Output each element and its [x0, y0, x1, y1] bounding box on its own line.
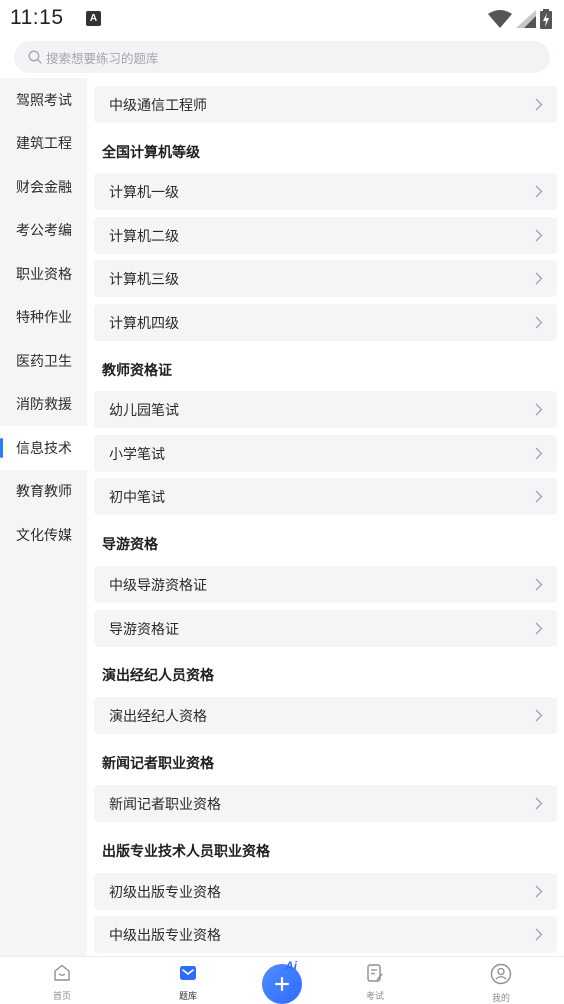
chevron-right-icon — [535, 185, 543, 198]
ai-badge-icon: Ai — [284, 959, 298, 972]
sidebar-item-medical[interactable]: 医药卫生 — [0, 339, 87, 383]
list-item[interactable]: 小学笔试 — [94, 435, 557, 472]
list-item-label: 初中笔试 — [109, 489, 165, 506]
nav-home-label: 首页 — [52, 992, 71, 1002]
list-item-label: 计算机一级 — [109, 184, 179, 201]
list-item[interactable]: 中级导游资格证 — [94, 566, 557, 603]
section-title: 新闻记者职业资格 — [102, 756, 214, 772]
notification-a-icon: A — [86, 11, 101, 26]
nav-home[interactable]: 首页 — [32, 963, 92, 1002]
list-item-label: 初级出版专业资格 — [109, 884, 221, 901]
chevron-right-icon — [535, 578, 543, 591]
ai-badge-text: Ai — [284, 959, 298, 972]
list-item-label: 演出经纪人资格 — [109, 708, 207, 725]
list-item[interactable]: 计算机一级 — [94, 173, 557, 210]
list-item[interactable]: 中级出版专业资格 — [94, 916, 557, 953]
chevron-right-icon — [535, 316, 543, 329]
list-item[interactable]: 计算机二级 — [94, 217, 557, 254]
category-sidebar: 驾照考试 建筑工程 财会金融 考公考编 职业资格 特种作业 医药卫生 消防救援 … — [0, 78, 87, 956]
status-icons — [488, 8, 552, 30]
list-item-label: 中级导游资格证 — [109, 577, 207, 594]
question-bank-list: 中级通信工程师 全国计算机等级 计算机一级 计算机二级 计算机三级 计算机四级 … — [87, 78, 564, 956]
nav-question-bank[interactable]: 题库 — [158, 963, 218, 1002]
section-title: 教师资格证 — [102, 363, 172, 379]
chevron-right-icon — [535, 447, 543, 460]
chevron-right-icon — [535, 229, 543, 242]
nav-exam[interactable]: 考试 — [345, 963, 405, 1002]
battery-charging-icon — [540, 9, 552, 29]
chevron-right-icon — [535, 885, 543, 898]
sidebar-item-civil-service[interactable]: 考公考编 — [0, 209, 87, 253]
list-item[interactable]: 初级出版专业资格 — [94, 873, 557, 910]
list-item[interactable]: 计算机四级 — [94, 304, 557, 341]
profile-icon — [490, 963, 512, 985]
list-item-label: 中级通信工程师 — [109, 97, 207, 114]
chevron-right-icon — [535, 928, 543, 941]
list-item[interactable]: 中级通信工程师 — [94, 86, 557, 123]
sidebar-item-construction[interactable]: 建筑工程 — [0, 122, 87, 166]
chevron-right-icon — [535, 797, 543, 810]
list-item-label: 中级出版专业资格 — [109, 927, 221, 944]
sidebar-item-fire-rescue[interactable]: 消防救援 — [0, 383, 87, 427]
list-item[interactable]: 新闻记者职业资格 — [94, 785, 557, 822]
list-item[interactable]: 导游资格证 — [94, 610, 557, 647]
wifi-icon — [488, 10, 512, 28]
list-item[interactable]: 初中笔试 — [94, 478, 557, 515]
nav-question-bank-label: 题库 — [178, 992, 197, 1002]
chevron-right-icon — [535, 403, 543, 416]
chevron-right-icon — [535, 709, 543, 722]
nav-mine-label: 我的 — [491, 994, 510, 1004]
sidebar-item-it[interactable]: 信息技术 — [0, 426, 87, 470]
exam-icon — [367, 964, 383, 982]
list-item-label: 幼儿园笔试 — [109, 402, 179, 419]
search-bar[interactable]: 搜索想要练习的题库 — [14, 41, 550, 73]
chevron-right-icon — [535, 272, 543, 285]
list-item-label: 导游资格证 — [109, 621, 179, 638]
chevron-right-icon — [535, 490, 543, 503]
list-item-label: 计算机二级 — [109, 228, 179, 245]
sidebar-item-professional[interactable]: 职业资格 — [0, 252, 87, 296]
home-icon — [54, 964, 70, 981]
plus-icon — [274, 976, 290, 992]
section-title: 出版专业技术人员职业资格 — [102, 844, 270, 860]
list-item[interactable]: 计算机三级 — [94, 260, 557, 297]
nav-mine[interactable]: 我的 — [471, 963, 531, 1004]
list-item-label: 新闻记者职业资格 — [109, 796, 221, 813]
chevron-right-icon — [535, 98, 543, 111]
question-bank-icon — [180, 966, 196, 980]
signal-icon — [516, 10, 536, 28]
section-title: 导游资格 — [102, 537, 158, 553]
status-time: 11:15 — [10, 6, 64, 29]
nav-exam-label: 考试 — [365, 992, 384, 1002]
list-item-label: 计算机四级 — [109, 315, 179, 332]
chevron-right-icon — [535, 622, 543, 635]
list-item[interactable]: 演出经纪人资格 — [94, 697, 557, 734]
list-item-label: 计算机三级 — [109, 271, 179, 288]
list-item-label: 小学笔试 — [109, 446, 165, 463]
section-title: 演出经纪人员资格 — [102, 668, 214, 684]
sidebar-item-special-work[interactable]: 特种作业 — [0, 296, 87, 340]
sidebar-item-education[interactable]: 教育教师 — [0, 470, 87, 514]
search-input[interactable]: 搜索想要练习的题库 — [46, 48, 159, 67]
status-bar: 11:15 A — [0, 0, 564, 38]
list-item[interactable]: 幼儿园笔试 — [94, 391, 557, 428]
sidebar-item-media[interactable]: 文化传媒 — [0, 513, 87, 557]
search-icon — [28, 50, 42, 64]
section-title: 全国计算机等级 — [102, 145, 200, 161]
sidebar-item-finance[interactable]: 财会金融 — [0, 165, 87, 209]
sidebar-item-driving[interactable]: 驾照考试 — [0, 78, 87, 122]
